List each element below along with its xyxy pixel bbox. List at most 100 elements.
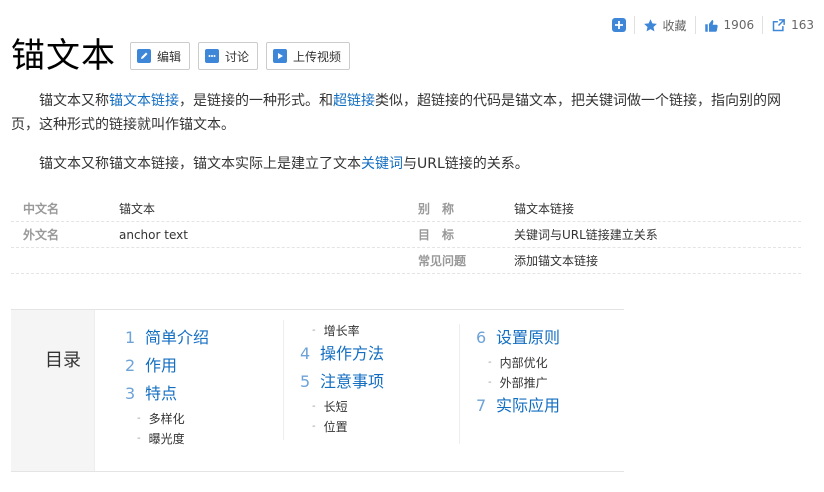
catalog-subitem[interactable]: - 曝光度 [125, 428, 209, 448]
catalog-subitem-label: 曝光度 [148, 431, 185, 446]
text: 锚文本又称 [39, 93, 109, 109]
discuss-button[interactable]: 讨论 [198, 42, 259, 70]
catalog-item[interactable]: 1 简单介绍 [125, 324, 209, 352]
catalog-subitem[interactable]: - 位置 [300, 416, 384, 436]
bullet-dash-icon: - [488, 356, 492, 368]
catalog-item-label: 简单介绍 [145, 328, 210, 347]
catalog-sidebar: 目录 [11, 310, 95, 471]
link-keyword[interactable]: 关键词 [361, 156, 403, 172]
play-icon [273, 49, 288, 63]
info-value-link[interactable]: anchor text [119, 228, 188, 242]
catalog: 目录 1 简单介绍 2 作用 3 特点 - 多样化 - 曝光度 - 增长率 4 操作方法 5注… [11, 309, 624, 472]
bullet-dash-icon: - [312, 400, 316, 412]
info-key: 中文名 [23, 202, 60, 216]
info-cell [11, 248, 406, 274]
link-anchor-text-link[interactable]: 锚文本链接 [109, 93, 179, 109]
summary-paragraph-2: 锚文本又称锚文本链接，锚文本实际上是建立了文本关键词与URL链接的关系。 [11, 152, 801, 176]
basic-info-table: 中文名 锚文本 别 称 锚文本链接 外文名 anchor text 目 标 关键… [11, 196, 801, 274]
catalog-item[interactable]: 4 操作方法 [300, 340, 384, 368]
star-icon [643, 18, 658, 33]
edit-button[interactable]: 编辑 [130, 42, 191, 70]
share-count: 163 [791, 18, 814, 32]
catalog-title: 目录 [45, 350, 81, 371]
upload-video-label: 上传视频 [293, 49, 342, 64]
catalog-item-number: 2 [125, 356, 136, 375]
upload-video-button[interactable]: 上传视频 [266, 42, 351, 70]
info-cell: 外文名 anchor text [11, 222, 406, 248]
share-button[interactable]: 163 [763, 15, 822, 35]
catalog-item[interactable]: 5 注意事项 [300, 368, 384, 396]
catalog-item[interactable]: 3 特点 [125, 380, 209, 408]
catalog-item-label: 设置原则 [496, 328, 561, 347]
catalog-subitem[interactable]: - 外部推广 [476, 372, 560, 392]
text: 锚文本又称锚文本链接，锚文本实际上是建立了文本 [39, 156, 361, 172]
like-count: 1906 [723, 18, 755, 32]
thumbs-up-icon [704, 18, 719, 33]
catalog-item-number: 4 [300, 344, 311, 363]
title-row: 锚文本 编辑 讨论 上传视频 [11, 36, 351, 76]
catalog-item-number: 3 [125, 384, 136, 403]
chat-icon [205, 49, 220, 63]
info-row: 中文名 锚文本 别 称 锚文本链接 [11, 196, 801, 222]
info-value: 添加锚文本链接 [514, 254, 599, 268]
catalog-item-label: 作用 [145, 356, 178, 375]
info-cell: 常见问题 添加锚文本链接 [406, 248, 801, 274]
info-row: 常见问题 添加锚文本链接 [11, 248, 801, 274]
discuss-label: 讨论 [225, 49, 250, 64]
catalog-item-label: 特点 [145, 384, 178, 403]
info-value-link[interactable]: 锚文本链接 [514, 200, 574, 217]
catalog-subitem[interactable]: - 增长率 [300, 320, 384, 340]
info-value: 关键词与URL链接建立关系 [514, 228, 658, 242]
catalog-subitem[interactable]: - 内部优化 [476, 352, 560, 372]
catalog-subitem-label: 位置 [323, 419, 348, 434]
text: ，是链接的一种形式。和 [179, 93, 333, 109]
action-bar: 收藏 1906 163 [604, 15, 822, 35]
bullet-dash-icon: - [312, 420, 316, 432]
catalog-item-label: 注意事项 [320, 372, 385, 391]
catalog-subitem[interactable]: - 多样化 [125, 408, 209, 428]
page-title: 锚文本 [11, 36, 116, 76]
text: 与URL链接的关系。 [403, 156, 529, 172]
edit-label: 编辑 [157, 49, 182, 64]
catalog-subitem-label: 长短 [323, 399, 348, 414]
info-cell: 别 称 锚文本链接 [406, 196, 801, 222]
catalog-item-number: 1 [125, 328, 136, 347]
plus-icon [611, 18, 626, 32]
catalog-item[interactable]: 6 设置原则 [476, 324, 560, 352]
info-key: 外文名 [23, 228, 60, 242]
summary-paragraph-1: 锚文本又称锚文本链接，是链接的一种形式。和超链接类似，超链接的代码是锚文本，把关… [11, 89, 801, 137]
catalog-column-1: 1 简单介绍 2 作用 3 特点 - 多样化 - 曝光度 [125, 324, 209, 448]
bullet-dash-icon: - [488, 376, 492, 388]
catalog-item-number: 5 [300, 372, 311, 391]
catalog-column-3: 6 设置原则 - 内部优化 - 外部推广 7 实际应用 [459, 324, 560, 444]
collect-button[interactable]: 收藏 [635, 15, 695, 35]
catalog-column-2: - 增长率 4 操作方法 5 注意事项 - 长短 - 位置 [283, 320, 384, 440]
info-row: 外文名 anchor text 目 标 关键词与URL链接建立关系 [11, 222, 801, 248]
info-key: 别 称 [418, 202, 455, 216]
catalog-item-label: 实际应用 [496, 396, 561, 415]
catalog-subitem[interactable]: - 长短 [300, 396, 384, 416]
bullet-dash-icon: - [137, 412, 141, 424]
info-key: 目 标 [418, 228, 455, 242]
info-key: 常见问题 [418, 254, 467, 268]
catalog-item-number: 6 [476, 328, 487, 347]
add-button[interactable] [604, 15, 634, 35]
catalog-item-label: 操作方法 [320, 344, 385, 363]
like-button[interactable]: 1906 [696, 15, 763, 35]
catalog-subitem-label: 多样化 [148, 411, 185, 426]
info-value: 锚文本 [119, 202, 156, 216]
pencil-icon [137, 49, 151, 63]
catalog-subitem-label: 内部优化 [499, 355, 548, 370]
info-cell: 中文名 锚文本 [11, 196, 406, 222]
link-hyperlink[interactable]: 超链接 [333, 93, 375, 109]
catalog-item-number: 7 [476, 396, 487, 415]
collect-label: 收藏 [662, 18, 687, 33]
bullet-dash-icon: - [137, 432, 141, 444]
share-icon [771, 18, 786, 33]
catalog-item[interactable]: 7 实际应用 [476, 392, 560, 420]
catalog-item[interactable]: 2 作用 [125, 352, 209, 380]
catalog-subitem-label: 增长率 [323, 323, 360, 338]
catalog-subitem-label: 外部推广 [499, 375, 548, 390]
bullet-dash-icon: - [312, 324, 316, 336]
info-cell: 目 标 关键词与URL链接建立关系 [406, 222, 801, 248]
